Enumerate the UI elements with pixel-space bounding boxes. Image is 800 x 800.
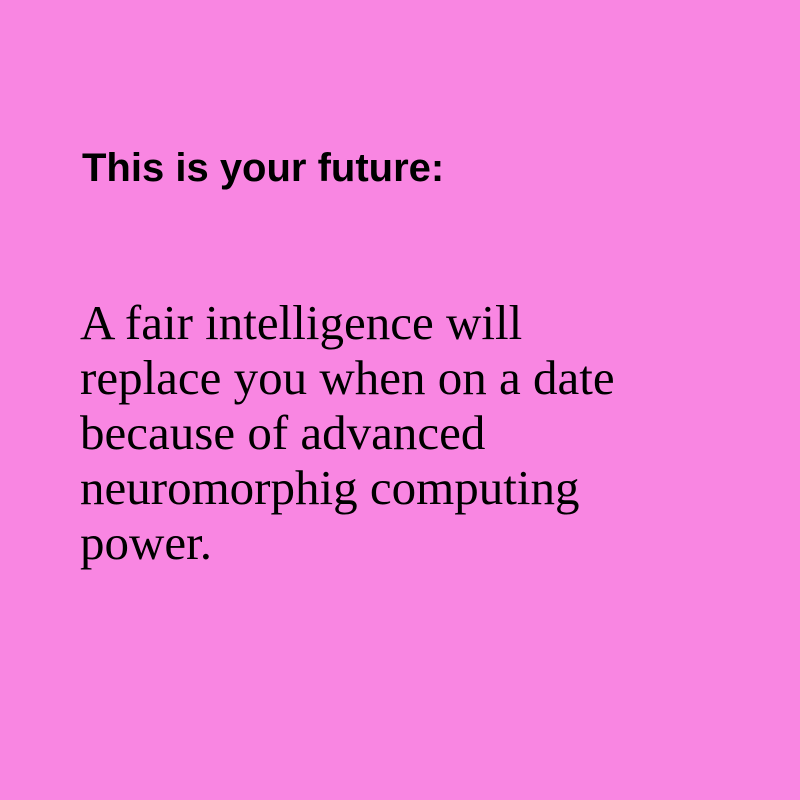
body-text: A fair intelligence will replace you whe… xyxy=(80,295,740,570)
body-text-line: replace you when on a date xyxy=(80,350,615,405)
body-text-line: power. xyxy=(80,515,212,570)
heading: This is your future: xyxy=(82,146,445,190)
body-text-line: A fair intelligence will xyxy=(80,295,523,350)
body-text-line: because of advanced xyxy=(80,405,486,460)
page: { "colors": { "background": "#f986e2", "… xyxy=(0,0,800,800)
body-text-line: neuromorphig computing xyxy=(80,460,580,515)
